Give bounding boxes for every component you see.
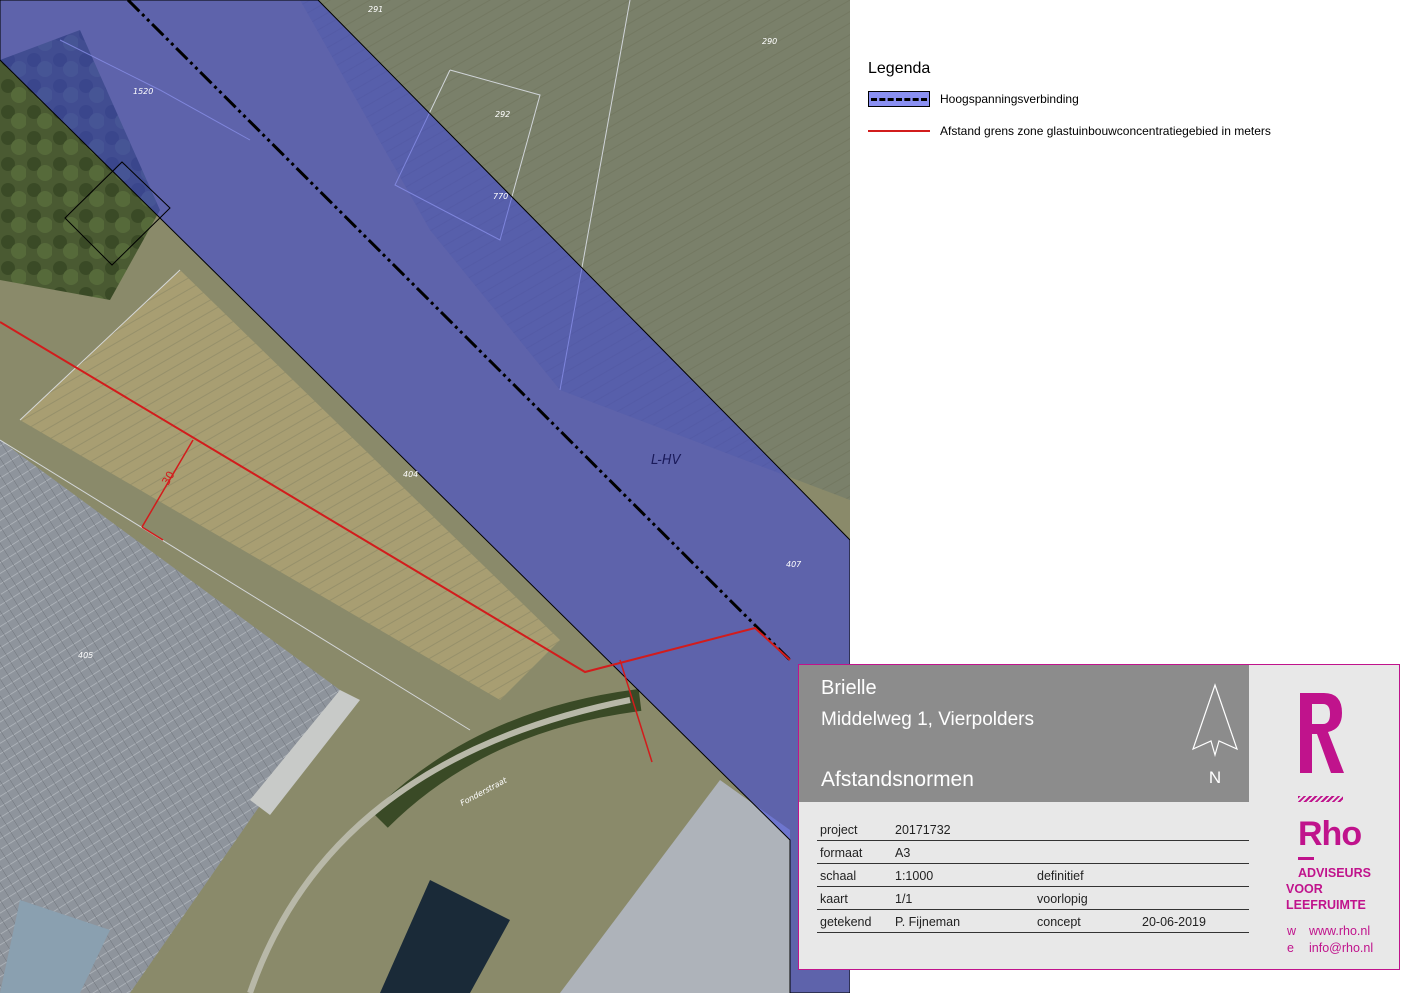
email-link[interactable]: info@rho.nl <box>1309 941 1373 955</box>
brand-dash <box>1298 857 1314 860</box>
rho-logo-icon <box>1298 691 1344 780</box>
table-row: schaal 1:1000 definitief <box>817 864 1249 887</box>
parcel-label: 1520 <box>133 87 153 96</box>
table-row: project 20171732 <box>817 818 1249 841</box>
table-row: kaart 1/1 voorlopig <box>817 887 1249 910</box>
parcel-label: 404 <box>403 470 418 479</box>
north-label: N <box>1209 768 1221 787</box>
address: Middelweg 1, Vierpolders <box>821 709 1034 730</box>
table-row: getekend P. Fijneman concept 20-06-2019 <box>817 910 1249 933</box>
table-row: formaat A3 <box>817 841 1249 864</box>
hv-symbol-icon <box>868 91 930 107</box>
brand-tagline: ADVISEURS VOOR LEEFRUIMTE <box>1286 866 1371 912</box>
map-subject: Afstandsnormen <box>821 768 974 791</box>
website-link[interactable]: www.rho.nl <box>1309 924 1370 938</box>
north-arrow-icon: N <box>1189 683 1241 791</box>
title-block: Brielle Middelweg 1, Vierpolders Afstand… <box>798 664 1400 970</box>
map-area[interactable]: 291 290 1520 292 770 404 407 405 Fonders… <box>0 0 850 993</box>
parcel-label: 405 <box>78 651 93 660</box>
legend-item-label: Afstand grens zone glastuinbouwconcentra… <box>940 124 1271 138</box>
place-name: Brielle <box>821 677 877 699</box>
parcel-label: 292 <box>495 110 510 119</box>
parcel-label: 770 <box>493 192 508 201</box>
stripe-decoration <box>1298 796 1343 802</box>
legend-item-label: Hoogspanningsverbinding <box>940 92 1079 106</box>
project-info-table: project 20171732 formaat A3 schaal 1:100… <box>817 818 1249 933</box>
rho-brand: Rho ADVISEURS VOOR LEEFRUIMTE w www.rho.n… <box>1281 665 1399 970</box>
red-line-icon <box>868 123 930 139</box>
parcel-label: 290 <box>762 37 777 46</box>
legend-item-distance: Afstand grens zone glastuinbouwconcentra… <box>868 120 1271 142</box>
brand-name: Rho <box>1298 815 1362 853</box>
aerial-map[interactable]: 291 290 1520 292 770 404 407 405 Fonders… <box>0 0 850 993</box>
parcel-label: 291 <box>368 5 383 14</box>
title-header: Brielle Middelweg 1, Vierpolders Afstand… <box>799 665 1249 802</box>
parcel-label: 407 <box>786 560 802 569</box>
legend: Legenda Hoogspanningsverbinding Afstand … <box>868 60 1271 152</box>
legend-item-hv: Hoogspanningsverbinding <box>868 88 1271 110</box>
legend-title: Legenda <box>868 60 931 77</box>
zone-label: L-HV <box>651 453 682 468</box>
contact-info: w www.rho.nl e info@rho.nl <box>1287 924 1374 955</box>
